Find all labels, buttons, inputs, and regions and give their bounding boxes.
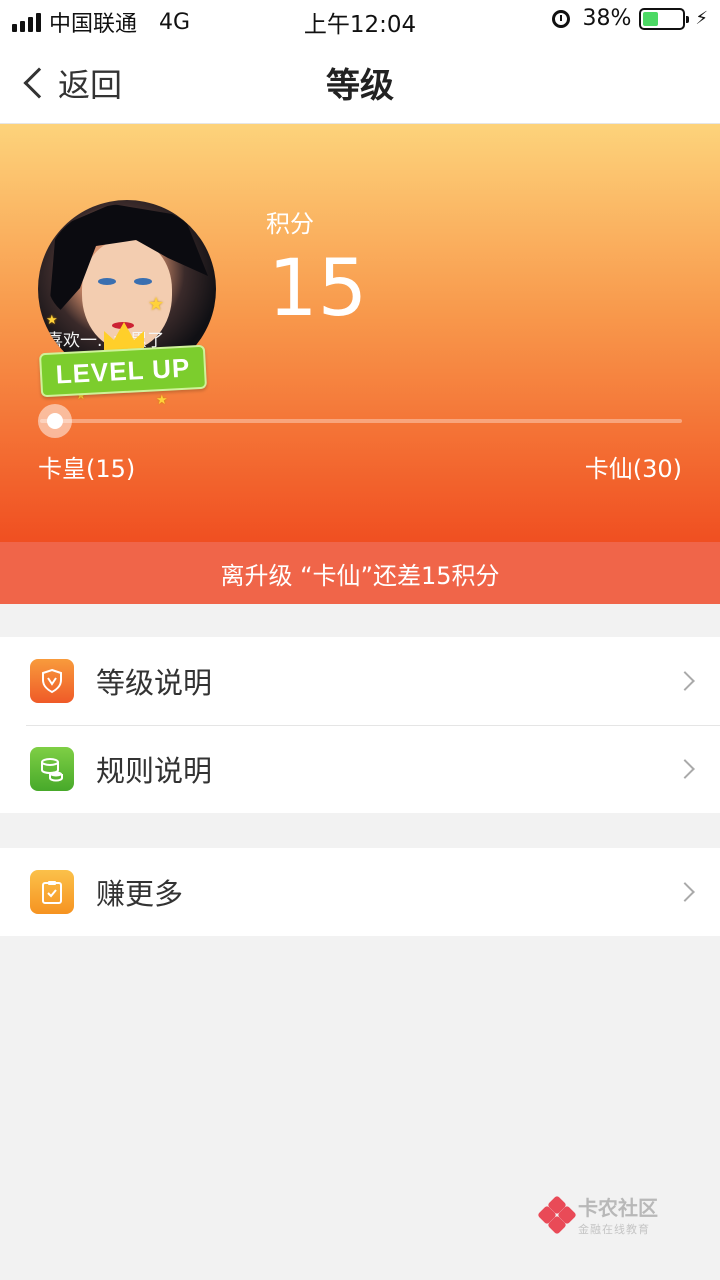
page-title: 等级 [326, 66, 394, 106]
kanong-logo-icon [537, 1194, 577, 1235]
upgrade-hint: 离升级 “卡仙”还差15积分 [0, 542, 720, 604]
level-hero: 喜欢一...太累了 ★ ★ ★ ★ LEVEL UP 积分 15 卡皇(15) … [0, 124, 720, 542]
alarm-icon [552, 9, 571, 28]
status-right: 38% ⚡ [552, 6, 708, 31]
charging-icon: ⚡ [695, 8, 708, 29]
chevron-right-icon [675, 671, 695, 691]
star-icon: ★ [148, 294, 165, 315]
next-level-label: 卡仙(30) [584, 455, 682, 483]
watermark: 卡农社区 金融在线教育 [537, 1192, 658, 1237]
points-value: 15 [268, 244, 368, 334]
star-icon: ★ [46, 313, 58, 328]
chevron-right-icon [675, 882, 695, 902]
chevron-right-icon [675, 759, 695, 779]
watermark-subtitle: 金融在线教育 [578, 1223, 650, 1236]
clipboard-check-icon [30, 870, 74, 914]
menu-item-label: 等级说明 [96, 666, 213, 700]
menu-group-earn: 赚更多 [0, 848, 720, 936]
status-bar: 中国联通 4G 上午12:04 38% ⚡ [0, 0, 720, 40]
level-up-text: LEVEL UP [54, 351, 191, 390]
level-progress-knob [38, 404, 72, 438]
current-level-label: 卡皇(15) [38, 455, 136, 483]
battery-percent: 38% [582, 6, 632, 31]
level-up-badge: LEVEL UP [38, 344, 208, 398]
menu-item-earn-more[interactable]: 赚更多 [0, 848, 720, 936]
watermark-title: 卡农社区 [578, 1196, 658, 1220]
coins-icon [30, 747, 74, 791]
menu-item-level-info[interactable]: 等级说明 [0, 637, 720, 725]
battery-fill [643, 11, 658, 26]
star-icon: ★ [156, 393, 168, 408]
menu-item-label: 规则说明 [96, 754, 213, 788]
menu-group-info: 等级说明 规则说明 [0, 637, 720, 813]
menu-item-label: 赚更多 [96, 877, 184, 911]
menu-item-rules[interactable]: 规则说明 [0, 725, 720, 813]
points-label: 积分 [266, 210, 314, 238]
level-progress-track [40, 419, 682, 423]
shield-icon [30, 659, 74, 703]
battery-icon [639, 7, 690, 30]
nav-bar: 返回 等级 [0, 40, 720, 124]
